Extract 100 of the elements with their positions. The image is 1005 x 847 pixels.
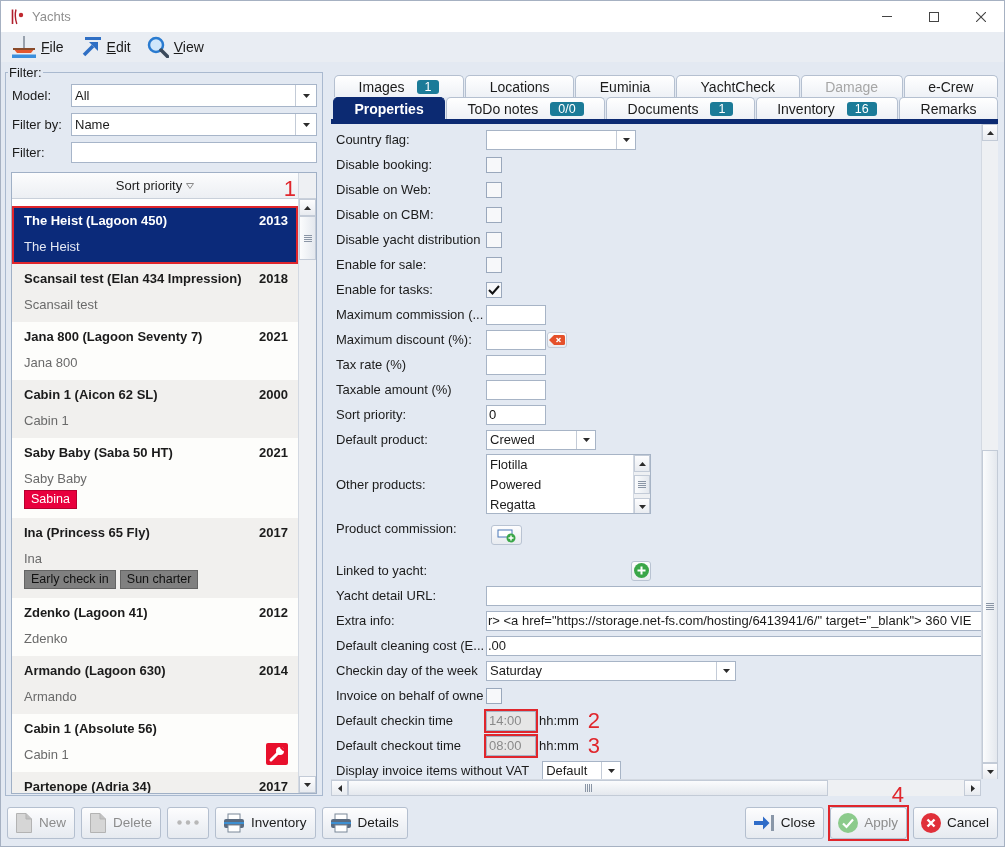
count-badge: 1 (416, 79, 440, 94)
checkbox[interactable] (486, 181, 502, 198)
callout-number: 3 (587, 734, 600, 757)
list-option[interactable]: Powered (487, 475, 633, 495)
list-item[interactable]: The Heist (Lagoon 450) 2013 The Heist (12, 206, 298, 264)
list-item[interactable]: Partenope (Adria 34) 2017 (12, 772, 298, 793)
checkbox[interactable] (486, 687, 502, 704)
plus-circle-icon (633, 563, 649, 578)
document-icon (89, 811, 107, 834)
add-button[interactable] (491, 525, 522, 545)
list-item[interactable]: Cabin 1 (Absolute 56) Cabin 1 (12, 714, 298, 772)
yacht-subtitle: Saby Baby (24, 470, 87, 486)
yacht-name: Scansail test (Elan 434 Impression) (24, 270, 242, 286)
menu-item[interactable]: Edit (76, 34, 134, 60)
yacht-name: Ina (Princess 65 Fly) (24, 524, 150, 540)
checkbox[interactable] (486, 156, 502, 173)
yacht-subtitle: Scansail test (24, 296, 98, 312)
print-button[interactable]: Details (321, 806, 408, 839)
dropdown[interactable] (486, 129, 636, 150)
vertical-scrollbar[interactable] (981, 124, 998, 779)
tab[interactable]: e-Crew (903, 75, 999, 97)
clear-button[interactable] (547, 331, 567, 348)
tab[interactable]: Remarks (899, 97, 998, 119)
field-label: Default product: (336, 431, 428, 448)
tab[interactable]: Documents 1 (606, 97, 755, 119)
scroll-left-button[interactable] (331, 780, 348, 796)
scroll-up-button[interactable] (634, 455, 650, 472)
yacht-name: Armando (Lagoon 630) (24, 662, 166, 678)
menu-item[interactable]: File (9, 34, 67, 60)
scroll-thumb[interactable] (634, 475, 650, 494)
yacht-year: 2000 (259, 386, 288, 402)
list-item[interactable]: Cabin 1 (Aicon 62 SL) 2000 Cabin 1 (12, 380, 298, 438)
scroll-right-button[interactable] (964, 780, 981, 796)
menu-item[interactable]: View (143, 34, 207, 60)
input-field[interactable] (486, 329, 546, 350)
checkbox[interactable] (486, 281, 502, 298)
tab[interactable]: Inventory 16 (755, 97, 899, 119)
list-option[interactable]: Flotilla (487, 455, 633, 475)
tab[interactable]: Properties (333, 97, 446, 119)
dropdown[interactable]: Name (71, 113, 317, 136)
tab[interactable]: YachtCheck (675, 75, 800, 97)
list-box[interactable]: Flotilla Powered Regatta (486, 454, 651, 514)
add-button[interactable] (631, 560, 651, 581)
input-field[interactable]: r> <a href="https://storage.net-fs.com/hosting/6413941/6/" target="_blank"> 360 VIE (486, 610, 981, 631)
scroll-down-button[interactable] (982, 763, 998, 779)
tab[interactable]: Euminia (575, 75, 675, 97)
unit-label: hh:mm (539, 738, 579, 753)
scroll-up-button[interactable] (982, 124, 998, 141)
dropdown[interactable]: Saturday (486, 660, 736, 681)
scroll-thumb[interactable] (348, 780, 828, 796)
checkbox[interactable] (486, 256, 502, 273)
vertical-scrollbar[interactable] (298, 199, 316, 793)
dropdown[interactable]: Default (542, 760, 622, 779)
caret-up-icon (638, 461, 646, 466)
maximize-icon (928, 11, 939, 22)
list-option[interactable]: Regatta (487, 495, 633, 513)
checkbox[interactable] (486, 206, 502, 223)
caret-up-icon (986, 130, 994, 135)
input-field[interactable] (486, 354, 546, 375)
input-field[interactable]: .00 (486, 635, 981, 656)
field-label: Enable for sale: (336, 256, 427, 273)
tag: Sabina (24, 490, 77, 509)
caret-down-icon (722, 668, 730, 673)
field-label: Maximum commission (... (336, 306, 484, 323)
field-label: Enable for tasks: (336, 281, 433, 298)
list-item[interactable]: Zdenko (Lagoon 41) 2012 Zdenko (12, 598, 298, 656)
vertical-scrollbar[interactable] (633, 455, 650, 513)
scroll-up-button[interactable] (299, 199, 316, 216)
list-item[interactable]: Jana 800 (Lagoon Seventy 7) 2021 Jana 800 (12, 322, 298, 380)
tab[interactable]: Images 1 (334, 75, 465, 97)
close-button[interactable]: Close (744, 806, 825, 839)
print-button[interactable]: Inventory (215, 806, 316, 839)
input-field[interactable] (486, 304, 546, 325)
yacht-year: 2014 (259, 662, 288, 678)
dropdown[interactable]: All (71, 84, 317, 107)
grip-icon (303, 234, 312, 242)
field-label: Other products: (336, 475, 426, 493)
list-item[interactable]: Saby Baby (Saba 50 HT) 2021 Saby Baby Sabina (12, 438, 298, 518)
input-field[interactable]: 0 (486, 404, 546, 425)
count-badge: 1 (710, 101, 734, 116)
caret-right-icon (970, 784, 975, 792)
input-field[interactable] (486, 585, 981, 606)
list-item[interactable]: Armando (Lagoon 630) 2014 Armando (12, 656, 298, 714)
checkbox[interactable] (486, 231, 502, 248)
grip-icon (986, 603, 994, 610)
scroll-down-button[interactable] (299, 776, 316, 793)
check-circle-icon (838, 812, 859, 833)
input-field[interactable] (486, 379, 546, 400)
field-label: Extra info: (336, 612, 395, 629)
tab[interactable]: ToDo notes 0/0 (446, 97, 606, 119)
scroll-thumb[interactable] (299, 216, 316, 260)
dropdown[interactable]: Crewed (486, 429, 596, 450)
list-item[interactable]: Scansail test (Elan 434 Impression) 2018 Scansail test (12, 264, 298, 322)
tab[interactable]: Locations (465, 75, 575, 97)
caret-down-icon (638, 504, 646, 509)
cancel-button[interactable]: Cancel (912, 806, 998, 839)
scroll-down-button[interactable] (634, 498, 650, 513)
list-item[interactable]: Ina (Princess 65 Fly) 2017 Ina Early check in Sun charter (12, 518, 298, 598)
scroll-thumb[interactable] (982, 450, 998, 763)
input-field[interactable] (71, 142, 317, 163)
